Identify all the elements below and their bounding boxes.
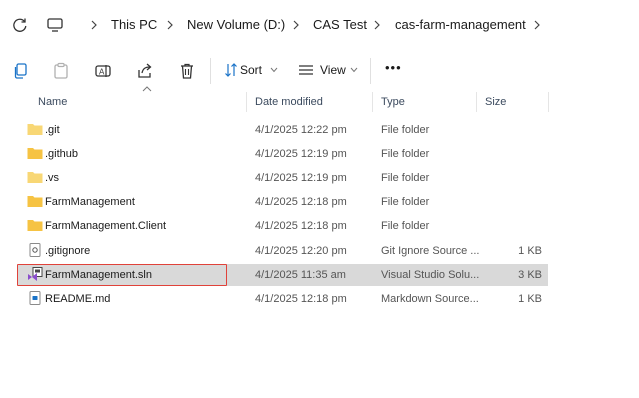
sort-ascending-icon	[142, 86, 152, 92]
text-file-icon	[29, 243, 41, 257]
file-type: Visual Studio Solu...	[381, 269, 480, 281]
file-row[interactable]: .git 4/1/2025 12:22 pm File folder	[18, 119, 548, 141]
breadcrumb-cas-test[interactable]: CAS Test	[313, 17, 367, 33]
file-date: 4/1/2025 11:35 am	[255, 269, 346, 281]
visual-studio-solution-icon	[28, 267, 43, 281]
column-header-type[interactable]: Type	[381, 96, 405, 108]
file-name: .vs	[45, 172, 60, 184]
file-date: 4/1/2025 12:19 pm	[255, 148, 347, 160]
file-date: 4/1/2025 12:18 pm	[255, 293, 347, 305]
file-type: File folder	[381, 220, 430, 232]
paste-icon[interactable]	[52, 62, 70, 80]
file-type: File folder	[381, 148, 430, 160]
file-row[interactable]: .vs 4/1/2025 12:19 pm File folder	[18, 167, 548, 189]
this-pc-icon[interactable]	[46, 16, 64, 34]
file-date: 4/1/2025 12:20 pm	[255, 245, 347, 257]
column-divider[interactable]	[476, 92, 477, 112]
file-date: 4/1/2025 12:22 pm	[255, 124, 347, 136]
file-date: 4/1/2025 12:18 pm	[255, 220, 347, 232]
file-size: 1 KB	[518, 293, 542, 305]
breadcrumb-cas-farm-management[interactable]: cas-farm-management	[395, 17, 526, 33]
copy-icon[interactable]	[12, 62, 30, 80]
view-button[interactable]: View	[320, 63, 346, 77]
more-options-button[interactable]: •••	[385, 60, 402, 75]
chevron-down-icon	[270, 67, 278, 73]
file-name: .gitignore	[45, 245, 91, 257]
rename-icon[interactable]: A	[94, 62, 112, 80]
file-date: 4/1/2025 12:18 pm	[255, 196, 347, 208]
file-date: 4/1/2025 12:19 pm	[255, 172, 347, 184]
folder-icon	[27, 124, 43, 135]
chevron-right-icon	[374, 20, 380, 30]
share-icon[interactable]	[136, 62, 154, 80]
column-header-size[interactable]: Size	[485, 96, 506, 108]
file-row[interactable]: FarmManagement.Client 4/1/2025 12:18 pm …	[18, 215, 548, 237]
chevron-down-icon	[350, 67, 358, 73]
column-divider[interactable]	[372, 92, 373, 112]
file-name: README.md	[45, 293, 111, 305]
sort-icon[interactable]	[224, 63, 238, 77]
column-divider[interactable]	[246, 92, 247, 112]
refresh-icon[interactable]	[12, 17, 28, 33]
file-name: FarmManagement.sln	[45, 269, 152, 281]
breadcrumb-this-pc[interactable]: This PC	[111, 17, 157, 33]
svg-text:A: A	[99, 68, 105, 77]
file-row[interactable]: FarmManagement 4/1/2025 12:18 pm File fo…	[18, 191, 548, 213]
sort-button[interactable]: Sort	[240, 63, 262, 77]
command-separator	[210, 58, 211, 84]
delete-icon[interactable]	[178, 62, 196, 80]
file-type: File folder	[381, 196, 430, 208]
file-type: File folder	[381, 124, 430, 136]
column-header-name[interactable]: Name	[38, 96, 67, 108]
folder-icon	[27, 196, 43, 207]
column-divider[interactable]	[548, 92, 549, 112]
chevron-right-icon	[91, 20, 97, 30]
file-size: 3 KB	[518, 269, 542, 281]
chevron-right-icon	[167, 20, 173, 30]
file-row[interactable]: README.md 4/1/2025 12:18 pm Markdown Sou…	[18, 288, 548, 310]
folder-icon	[27, 220, 43, 231]
column-header-date-modified[interactable]: Date modified	[255, 96, 323, 108]
markdown-file-icon	[29, 291, 41, 305]
folder-icon	[27, 172, 43, 183]
file-type: File folder	[381, 172, 430, 184]
file-size: 1 KB	[518, 245, 542, 257]
address-bar: This PC New Volume (D:) CAS Test cas-far…	[0, 0, 639, 50]
chevron-right-icon[interactable]	[533, 20, 541, 30]
file-name: FarmManagement.Client	[45, 220, 167, 232]
file-row[interactable]: .github 4/1/2025 12:19 pm File folder	[18, 143, 548, 165]
folder-icon	[27, 148, 43, 159]
file-type: Git Ignore Source ...	[381, 245, 480, 257]
file-type: Markdown Source...	[381, 293, 479, 305]
file-row[interactable]: .gitignore 4/1/2025 12:20 pm Git Ignore …	[18, 240, 548, 262]
file-row-selected[interactable]: FarmManagement.sln 4/1/2025 11:35 am Vis…	[18, 264, 548, 286]
command-separator	[370, 58, 371, 84]
file-name: .github	[45, 148, 79, 160]
view-icon[interactable]	[298, 63, 314, 77]
file-name: .git	[45, 124, 60, 136]
chevron-right-icon	[293, 20, 299, 30]
file-name: FarmManagement	[45, 196, 135, 208]
breadcrumb-new-volume[interactable]: New Volume (D:)	[187, 17, 285, 33]
